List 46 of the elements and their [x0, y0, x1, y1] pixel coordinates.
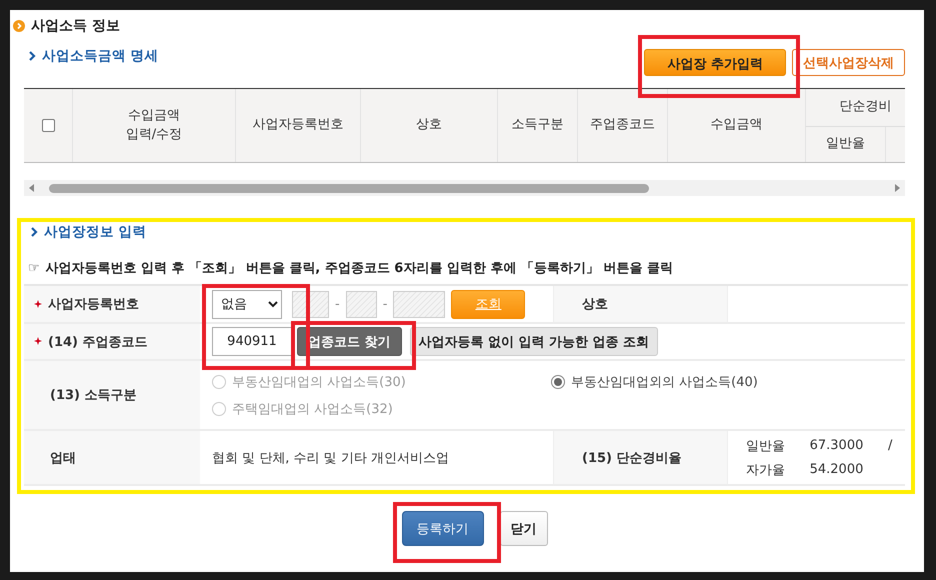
- column-label: (15) 단순경비율: [553, 431, 728, 486]
- section-title-text: 사업소득 정보: [31, 17, 120, 35]
- separator-text: /: [888, 438, 894, 453]
- subsection-heading: 사업장정보 입력: [44, 223, 147, 241]
- column-header: 주업종코드: [577, 89, 667, 162]
- scroll-left-icon[interactable]: [28, 184, 35, 192]
- register-button[interactable]: 등록하기: [402, 511, 484, 546]
- find-code-button[interactable]: 업종코드 찾기: [297, 327, 402, 356]
- separator-text: -: [382, 296, 388, 312]
- scroll-right-icon[interactable]: [894, 184, 901, 192]
- column-header: 일반율: [805, 127, 885, 162]
- field-label: 업태: [50, 450, 76, 466]
- industry-code-field[interactable]: 940911: [212, 327, 292, 356]
- option-label: 주택임대업의 사업소득(32): [232, 400, 393, 418]
- column-label: 상호: [553, 286, 728, 324]
- field-label: (14) 주업종코드: [48, 334, 148, 350]
- industry-lookup-button[interactable]: 사업자등록 없이 입력 가능한 업종 조회: [410, 327, 658, 356]
- input-field: [346, 290, 377, 318]
- option-label: 부동산임대업의 사업소득(30): [232, 374, 406, 390]
- rate-label: 자가율: [746, 462, 786, 478]
- rate-label: 일반율: [746, 438, 786, 454]
- column-header: 사업자등록번호: [235, 89, 360, 162]
- rate-value: 67.3000: [810, 438, 864, 453]
- column-header: 수입금액: [667, 89, 805, 162]
- checkbox[interactable]: [42, 119, 54, 132]
- radio-button[interactable]: [551, 374, 565, 388]
- subsection-heading: 사업소득금액 명세: [42, 47, 159, 65]
- input-field: [393, 290, 446, 318]
- pointing-hand-icon: ☞: [28, 260, 40, 276]
- column-header: 단순경비: [805, 89, 905, 127]
- separator-text: -: [335, 296, 340, 312]
- rate-value: 54.2000: [810, 462, 864, 477]
- field-label: (13) 소득구분: [50, 387, 136, 404]
- instruction-text: 사업자등록번호 입력 후 「조회」 버튼을 클릭, 주업종코드 6자리를 입력한 후에 「등록하기」 버튼을 클릭: [46, 260, 673, 277]
- column-header: 소득구분: [497, 89, 577, 162]
- column-header: 상호: [360, 89, 497, 162]
- add-button[interactable]: 사업장 추가입력: [644, 48, 786, 76]
- column-header: 수입금액 입력/수정: [72, 89, 235, 162]
- chevron-icon: [30, 227, 38, 237]
- close-button[interactable]: 닫기: [500, 511, 548, 546]
- horizontal-scrollbar[interactable]: [24, 180, 905, 196]
- field-label: 사업자등록번호: [48, 296, 139, 313]
- type-select[interactable]: 없음: [212, 290, 282, 318]
- chevron-icon: [28, 51, 36, 61]
- option-label: 부동산임대업외의 사업소득(40): [571, 374, 758, 390]
- bullet-circle-icon: [13, 20, 25, 32]
